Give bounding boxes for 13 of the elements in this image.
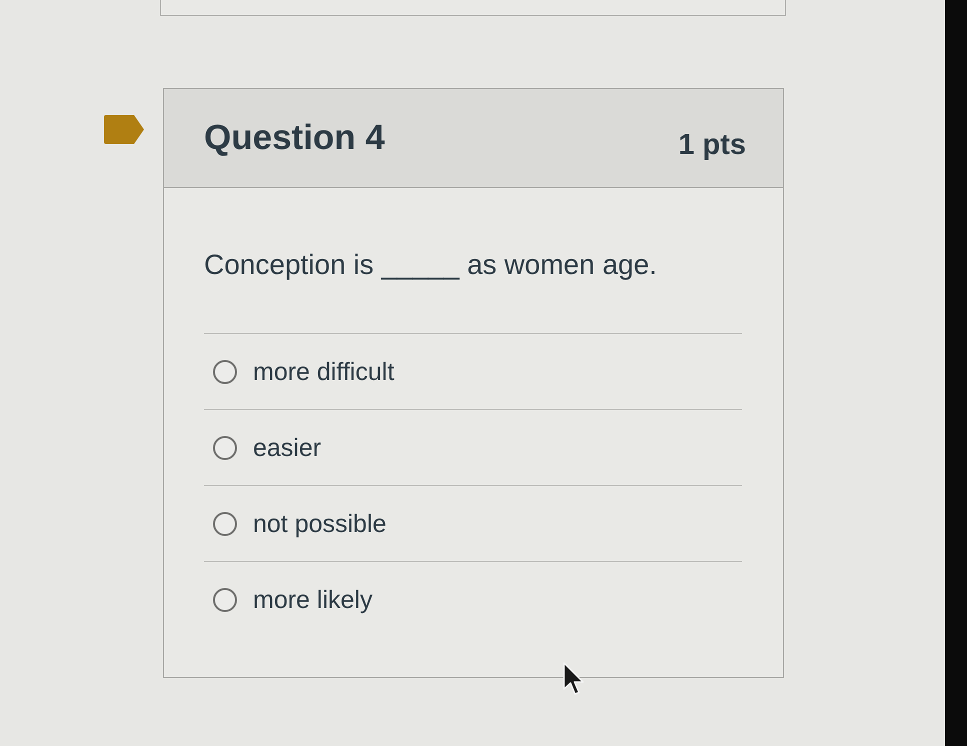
radio-button[interactable]	[213, 360, 237, 384]
answer-label: more likely	[253, 584, 372, 614]
answer-label: more difficult	[253, 356, 394, 386]
cursor-icon	[563, 662, 585, 696]
question-text: Conception is _____ as women age.	[204, 248, 658, 282]
question-points: 1 pts	[678, 128, 746, 163]
question-title: Question 4	[204, 117, 385, 159]
flag-icon	[104, 115, 144, 144]
radio-button[interactable]	[213, 588, 237, 612]
answer-label: not possible	[253, 508, 386, 538]
answer-label: easier	[253, 432, 322, 462]
radio-button[interactable]	[213, 512, 237, 536]
radio-button[interactable]	[213, 436, 237, 460]
